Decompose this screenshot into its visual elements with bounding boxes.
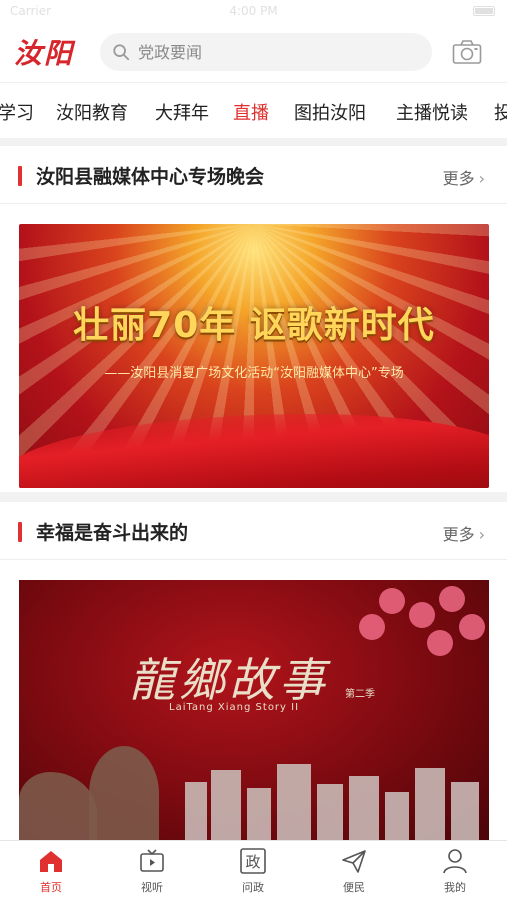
camera-icon[interactable] — [452, 39, 482, 65]
building — [349, 776, 379, 842]
tab-photo[interactable]: 图拍汝阳 — [294, 99, 366, 125]
section-gala: 汝阳县融媒体中心专场晚会 更多 › 壮丽70年 讴歌新时代 ——汝阳县消夏广场文化… — [0, 146, 507, 492]
svg-text:政: 政 — [245, 853, 260, 871]
battery-icon — [473, 6, 495, 16]
building — [277, 764, 311, 842]
nav-mine[interactable]: 我的 — [415, 847, 495, 899]
nav-politics[interactable]: 政 问政 — [213, 847, 293, 899]
gala-banner[interactable]: 壮丽70年 讴歌新时代 ——汝阳县消夏广场文化活动“汝阳融媒体中心”专场 — [19, 224, 489, 488]
section-title: 幸福是奋斗出来的 — [36, 522, 189, 544]
more-label: 更多 — [442, 169, 475, 188]
user-icon — [443, 849, 467, 874]
bottom-nav: 首页 视听 政 问政 便民 我的 — [0, 840, 507, 900]
more-link[interactable]: 更多 › — [443, 165, 485, 189]
app-root: Carrier 4:00 PM 汝阳 学习 汝阳教育 大拜年 直播 图拍汝阳 主… — [0, 0, 507, 900]
tab-live[interactable]: 直播 — [233, 99, 269, 125]
nav-label: 视听 — [141, 881, 163, 894]
tab-more-cut[interactable]: 投 — [494, 99, 507, 125]
tv-icon — [140, 849, 164, 872]
tab-new-year[interactable]: 大拜年 — [155, 99, 209, 125]
more-link[interactable]: 更多 › — [443, 521, 485, 545]
nav-label: 问政 — [242, 881, 264, 894]
nav-label: 我的 — [444, 881, 466, 894]
section-header: 幸福是奋斗出来的 更多 › — [0, 502, 507, 560]
section-happiness: 幸福是奋斗出来的 更多 › 龍鄉故事 LaiTang Xiang Story II… — [0, 502, 507, 842]
search-icon — [113, 44, 130, 61]
building — [415, 768, 445, 842]
nav-home[interactable]: 首页 — [11, 847, 91, 899]
banner-episode: 第二季 — [345, 689, 375, 700]
section-accent-bar — [18, 522, 22, 542]
tab-reading[interactable]: 主播悦读 — [396, 99, 468, 125]
banner-slogan: 壮丽70年 讴歌新时代 — [73, 305, 435, 346]
building — [247, 788, 271, 842]
building — [385, 792, 409, 842]
blossom — [427, 630, 453, 656]
app-logo: 汝阳 — [14, 37, 75, 70]
tab-study[interactable]: 学习 — [0, 99, 34, 125]
building — [211, 770, 241, 842]
top-header: 汝阳 — [0, 22, 507, 82]
blossom — [409, 602, 435, 628]
building — [451, 782, 479, 842]
blossom — [459, 614, 485, 640]
chevron-right-icon: › — [478, 169, 485, 188]
nav-label: 便民 — [343, 881, 365, 894]
chevron-right-icon: › — [478, 525, 485, 544]
nav-label: 首页 — [40, 881, 62, 894]
blossom — [379, 588, 405, 614]
blossom — [359, 614, 385, 640]
dinosaur-silhouette — [89, 746, 159, 842]
status-bar: Carrier 4:00 PM — [0, 0, 507, 22]
more-label: 更多 — [442, 525, 475, 544]
banner-calligraphy: 龍鄉故事 — [129, 653, 329, 707]
section-title: 汝阳县融媒体中心专场晚会 — [36, 166, 265, 188]
send-icon — [342, 850, 366, 873]
story-banner[interactable]: 龍鄉故事 LaiTang Xiang Story II 第二季 — [19, 580, 489, 842]
blossom — [439, 586, 465, 612]
nav-av[interactable]: 视听 — [112, 847, 192, 899]
search-input[interactable] — [138, 33, 418, 71]
zheng-icon: 政 — [240, 848, 266, 874]
dinosaur-silhouette — [19, 772, 97, 842]
channel-tabs: 学习 汝阳教育 大拜年 直播 图拍汝阳 主播悦读 投 — [0, 82, 507, 138]
building — [317, 784, 343, 842]
banner-subtitle: ——汝阳县消夏广场文化活动“汝阳融媒体中心”专场 — [104, 366, 404, 381]
tab-education[interactable]: 汝阳教育 — [56, 99, 128, 125]
search-bar[interactable] — [100, 33, 432, 71]
home-icon — [40, 851, 62, 872]
nav-service[interactable]: 便民 — [314, 847, 394, 899]
building — [185, 782, 207, 842]
clock: 4:00 PM — [229, 4, 278, 18]
section-accent-bar — [18, 166, 22, 186]
section-header: 汝阳县融媒体中心专场晚会 更多 › — [0, 146, 507, 204]
banner-english-title: LaiTang Xiang Story II — [169, 702, 300, 713]
